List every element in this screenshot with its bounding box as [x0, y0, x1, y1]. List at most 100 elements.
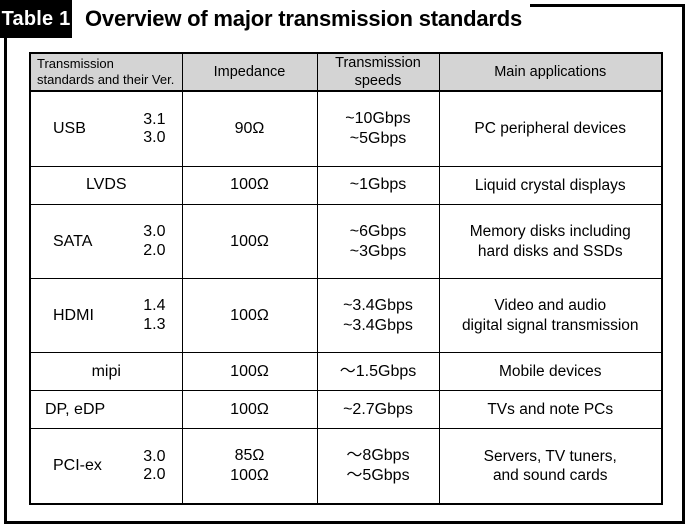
speed-value: ~3.4Gbps: [343, 316, 413, 334]
cell-applications: Memory disks including hard disks and SSD…: [438, 203, 663, 280]
standard-cell-content: USB 3.1 3.0: [31, 92, 182, 166]
standard-name: PCI-ex: [53, 457, 102, 475]
impedance-value: 85Ω: [234, 447, 265, 465]
speed-value: ~1Gbps: [349, 176, 407, 194]
cell-speed: ~10Gbps ~5Gbps: [316, 90, 440, 167]
table-row: HDMI 1.4 1.3 100Ω ~3.4Gbps ~3.4Gbps Video and …: [29, 278, 663, 354]
cell-impedance-content: 100Ω: [183, 167, 317, 204]
cell-impedance: 100Ω: [181, 352, 318, 392]
table-caption-bar: Table 1 Overview of major transmission s…: [0, 0, 689, 38]
cell-impedance: 100Ω: [181, 203, 318, 280]
column-header-standards: Transmission standards and their Ver.: [29, 52, 183, 93]
transmission-standards-table: Transmission standards and their Ver. Im…: [29, 52, 663, 505]
impedance-value: 90Ω: [234, 120, 265, 138]
cell-speed: ~3.4Gbps ~3.4Gbps: [316, 278, 440, 354]
speed-value: ～8Gbps: [346, 447, 410, 465]
standard-name: HDMI: [53, 306, 94, 324]
cell-standard: SATA 3.0 2.0: [29, 203, 183, 280]
standard-versions: 3.0 2.0: [143, 448, 165, 485]
application-line: Servers, TV tuners,: [483, 447, 617, 465]
standard-name: mipi: [91, 362, 121, 380]
table-row: LVDS 100Ω ~1Gbps Liquid crystal displays: [29, 165, 663, 205]
column-header-standards-line1: Transmission: [37, 55, 114, 71]
standard-version: 2.0: [143, 466, 166, 484]
table-caption-title: Overview of major transmission standards: [72, 0, 531, 38]
table-figure-page: Table 1 Overview of major transmission s…: [0, 0, 689, 528]
cell-speed: ～8Gbps ～5Gbps: [316, 428, 440, 505]
cell-applications-content: Servers, TV tuners, and sound cards: [440, 429, 662, 503]
cell-speed: ~6Gbps ~3Gbps: [316, 203, 440, 280]
application-line: digital signal transmission: [461, 316, 639, 334]
table-body: USB 3.1 3.0 90Ω ~10Gbps ~5Gbps PC peripheral d…: [29, 90, 663, 505]
column-header-speeds-line2: speeds: [354, 73, 402, 90]
cell-standard: DP, eDP: [29, 390, 183, 430]
standard-cell-content: LVDS: [31, 167, 182, 204]
cell-impedance-content: 100Ω: [183, 353, 317, 390]
speed-value: ~10Gbps: [345, 110, 411, 128]
application-line: PC peripheral devices: [474, 120, 627, 138]
cell-speed-content: ～8Gbps ～5Gbps: [318, 429, 439, 503]
standard-version: 1.3: [143, 315, 166, 333]
cell-impedance: 85Ω 100Ω: [181, 428, 318, 505]
application-line: Memory disks including: [469, 223, 631, 241]
cell-applications: Video and audio digital signal transmissi…: [438, 278, 663, 354]
column-header-impedance: Impedance: [181, 52, 318, 93]
cell-applications-content: Memory disks including hard disks and SSD…: [440, 205, 662, 278]
table-row: DP, eDP 100Ω ~2.7Gbps TVs and note PCs: [29, 390, 663, 430]
standard-version: 3.0: [143, 447, 166, 465]
cell-applications: Liquid crystal displays: [438, 165, 663, 205]
cell-speed: ~2.7Gbps: [316, 390, 440, 430]
speed-value: ~2.7Gbps: [343, 400, 413, 418]
speed-value: ~3.4Gbps: [343, 296, 413, 314]
cell-applications: TVs and note PCs: [438, 390, 663, 430]
impedance-value: 100Ω: [230, 176, 269, 194]
standard-versions: 1.4 1.3: [143, 297, 165, 334]
application-line: and sound cards: [492, 467, 608, 485]
standard-cell-content: mipi: [31, 353, 182, 390]
impedance-value: 100Ω: [230, 232, 269, 250]
cell-impedance: 90Ω: [181, 90, 318, 167]
standard-cell-content: DP, eDP: [31, 391, 182, 428]
standard-cell-content: HDMI 1.4 1.3: [31, 279, 182, 352]
table-header-row: Transmission standards and their Ver. Im…: [29, 52, 663, 93]
cell-speed: ～1.5Gbps: [316, 352, 440, 392]
cell-standard: mipi: [29, 352, 183, 392]
cell-speed: ~1Gbps: [316, 165, 440, 205]
standard-name: LVDS: [85, 176, 127, 194]
standard-cell-content: PCI-ex 3.0 2.0: [31, 429, 182, 503]
cell-speed-content: ～1.5Gbps: [318, 353, 439, 390]
cell-impedance: 100Ω: [181, 390, 318, 430]
standard-versions: 3.0 2.0: [143, 223, 165, 260]
table-number-tag: Table 1: [0, 0, 72, 38]
speed-value: ～1.5Gbps: [339, 362, 417, 380]
cell-standard: LVDS: [29, 165, 183, 205]
cell-applications-content: TVs and note PCs: [440, 391, 662, 428]
cell-applications-content: Mobile devices: [440, 353, 662, 390]
application-line: hard disks and SSDs: [477, 242, 623, 260]
transmission-standards-table-wrapper: Transmission standards and their Ver. Im…: [29, 52, 663, 505]
standard-version: 1.4: [143, 297, 166, 315]
standard-cell-content: SATA 3.0 2.0: [31, 205, 182, 278]
cell-speed-content: ~10Gbps ~5Gbps: [318, 92, 439, 166]
cell-impedance-content: 85Ω 100Ω: [183, 429, 317, 503]
column-header-speeds-line1: Transmission: [335, 55, 421, 71]
cell-impedance-content: 100Ω: [183, 279, 317, 352]
cell-standard: USB 3.1 3.0: [29, 90, 183, 167]
standard-name: USB: [53, 120, 86, 138]
standard-version: 3.0: [143, 129, 166, 147]
column-header-applications: Main applications: [438, 52, 663, 93]
table-header: Transmission standards and their Ver. Im…: [29, 52, 663, 93]
cell-applications-content: PC peripheral devices: [440, 92, 662, 166]
column-header-speeds: Transmission speeds: [316, 52, 440, 93]
cell-impedance: 100Ω: [181, 278, 318, 354]
cell-speed-content: ~3.4Gbps ~3.4Gbps: [318, 279, 439, 352]
impedance-value: 100Ω: [230, 467, 269, 485]
application-line: Video and audio: [494, 297, 607, 315]
standard-name: SATA: [53, 232, 93, 250]
cell-applications-content: Video and audio digital signal transmissi…: [440, 279, 662, 352]
column-header-standards-line2: standards and their Ver.: [37, 72, 175, 88]
speed-value: ～5Gbps: [346, 467, 410, 485]
cell-standard: PCI-ex 3.0 2.0: [29, 428, 183, 505]
cell-impedance: 100Ω: [181, 165, 318, 205]
cell-applications: Servers, TV tuners, and sound cards: [438, 428, 663, 505]
